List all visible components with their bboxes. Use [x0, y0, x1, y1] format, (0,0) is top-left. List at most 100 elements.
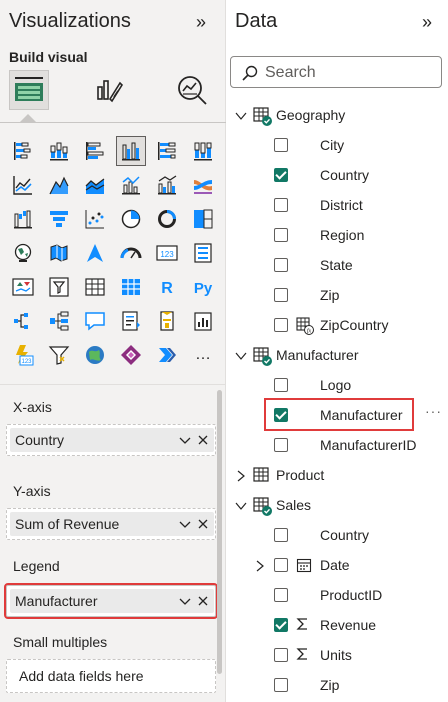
field-checkbox[interactable] [274, 618, 288, 632]
field-row[interactable]: ProductID [226, 580, 448, 610]
funnel-chart-icon[interactable] [44, 204, 74, 234]
clustered-bar-chart-icon[interactable] [80, 136, 110, 166]
field-checkbox[interactable] [274, 288, 288, 302]
field-row[interactable]: Region [226, 220, 448, 250]
table-row-geography[interactable]: Geography [226, 100, 448, 130]
area-chart-icon[interactable] [44, 170, 74, 200]
stacked-area-chart-icon[interactable] [80, 170, 110, 200]
100-stacked-bar-chart-icon[interactable] [152, 136, 182, 166]
multi-row-card-icon[interactable] [188, 238, 218, 268]
field-row[interactable]: Units [226, 640, 448, 670]
format-visual-tab[interactable] [89, 70, 129, 110]
line-and-column-chart-icon[interactable] [116, 170, 146, 200]
field-checkbox[interactable] [274, 438, 288, 452]
chevron-right-icon[interactable] [235, 469, 247, 482]
chevron-down-icon[interactable] [235, 499, 247, 511]
matrix-icon[interactable] [116, 272, 146, 302]
field-row[interactable]: Zip [226, 670, 448, 700]
collapse-visualizations-icon[interactable]: » [196, 12, 206, 33]
smart-narrative-icon[interactable] [116, 306, 146, 336]
yaxis-field-pill[interactable]: Sum of Revenue [10, 512, 214, 536]
field-row[interactable]: Date [226, 550, 448, 580]
get-more-visuals-icon[interactable] [152, 340, 182, 370]
power-automate-icon[interactable]: 123 [8, 340, 38, 370]
table-icon[interactable] [80, 272, 110, 302]
field-row[interactable]: Country [226, 160, 448, 190]
100-stacked-column-chart-icon[interactable] [188, 136, 218, 166]
paginated-report-icon[interactable] [152, 306, 182, 336]
field-checkbox[interactable] [274, 318, 288, 332]
field-row[interactable]: Revenue [226, 610, 448, 640]
pie-chart-icon[interactable] [116, 204, 146, 234]
power-apps-icon[interactable] [188, 306, 218, 336]
line-and-clustered-column-chart-icon[interactable] [152, 170, 182, 200]
line-chart-icon[interactable] [8, 170, 38, 200]
chevron-down-icon[interactable] [178, 433, 192, 452]
field-checkbox[interactable] [274, 138, 288, 152]
kpi-icon[interactable] [8, 272, 38, 302]
python-visual-icon[interactable]: Py [188, 272, 218, 302]
more-options-icon[interactable]: ··· [425, 403, 442, 419]
field-checkbox[interactable] [274, 588, 288, 602]
key-influencers-icon[interactable] [44, 306, 74, 336]
legend-well[interactable]: Manufacturer [4, 583, 218, 619]
decomposition-tree-icon[interactable] [8, 306, 38, 336]
slicer-icon[interactable] [44, 272, 74, 302]
remove-field-icon[interactable] [196, 594, 210, 613]
field-checkbox[interactable] [274, 198, 288, 212]
remove-field-icon[interactable] [196, 517, 210, 536]
azure-map-icon[interactable] [80, 238, 110, 268]
small-multiples-well[interactable]: Add data fields here [6, 659, 216, 693]
qa-icon[interactable] [80, 306, 110, 336]
stacked-bar-chart-icon[interactable] [8, 136, 38, 166]
field-checkbox[interactable] [274, 228, 288, 242]
card-icon[interactable]: 123 [152, 238, 182, 268]
field-checkbox[interactable] [274, 258, 288, 272]
search-input[interactable]: Search [230, 56, 442, 88]
field-row[interactable]: ManufacturerID [226, 430, 448, 460]
field-checkbox[interactable] [274, 168, 288, 182]
legend-field-pill[interactable]: Manufacturer [10, 589, 214, 613]
field-row[interactable]: Zip [226, 280, 448, 310]
xaxis-field-pill[interactable]: Country [10, 428, 214, 452]
field-checkbox[interactable] [274, 678, 288, 692]
gauge-icon[interactable] [116, 238, 146, 268]
yaxis-well[interactable]: Sum of Revenue [6, 508, 216, 540]
more-options-icon[interactable]: … [188, 340, 218, 370]
field-checkbox[interactable] [274, 378, 288, 392]
field-row[interactable]: City [226, 130, 448, 160]
map-icon[interactable] [8, 238, 38, 268]
scrollbar[interactable] [217, 390, 222, 674]
table-row-product[interactable]: Product [226, 460, 448, 490]
field-row[interactable]: fx ZipCountry [226, 310, 448, 340]
build-visual-tab[interactable] [9, 70, 49, 110]
r-visual-icon[interactable]: R [152, 272, 182, 302]
analytics-tab[interactable] [172, 70, 212, 110]
filter-slicer-icon[interactable] [44, 340, 74, 370]
field-checkbox[interactable] [274, 648, 288, 662]
field-checkbox[interactable] [274, 558, 288, 572]
table-row-manufacturer[interactable]: Manufacturer [226, 340, 448, 370]
field-row[interactable]: State [226, 250, 448, 280]
field-row[interactable]: District [226, 190, 448, 220]
clustered-column-chart-icon[interactable] [116, 136, 146, 166]
chevron-right-icon[interactable] [254, 559, 266, 572]
xaxis-well[interactable]: Country [6, 424, 216, 456]
field-row[interactable]: Country [226, 520, 448, 550]
scatter-chart-icon[interactable] [80, 204, 110, 234]
ribbon-chart-icon[interactable] [188, 170, 218, 200]
collapse-data-icon[interactable]: » [422, 12, 432, 33]
field-checkbox[interactable] [274, 528, 288, 542]
filled-map-icon[interactable] [44, 238, 74, 268]
remove-field-icon[interactable] [196, 433, 210, 452]
arcgis-map-icon[interactable] [80, 340, 110, 370]
chevron-down-icon[interactable] [178, 594, 192, 613]
waterfall-chart-icon[interactable] [8, 204, 38, 234]
chevron-down-icon[interactable] [178, 517, 192, 536]
stacked-column-chart-icon[interactable] [44, 136, 74, 166]
table-row-sales[interactable]: Sales [226, 490, 448, 520]
field-row[interactable]: Logo [226, 370, 448, 400]
donut-chart-icon[interactable] [152, 204, 182, 234]
treemap-icon[interactable] [188, 204, 218, 234]
chevron-down-icon[interactable] [235, 109, 247, 121]
